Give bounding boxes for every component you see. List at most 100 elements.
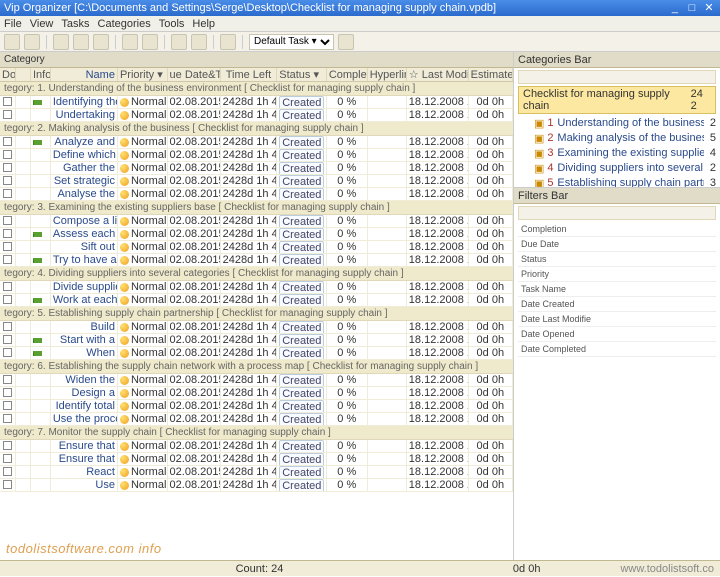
table-row[interactable]: Work at each of Normal 02.08.2015 2428d … <box>0 294 513 307</box>
group-header[interactable]: tegory: 5. Establishing supply chain par… <box>0 307 513 321</box>
menu-tools[interactable]: Tools <box>159 18 185 30</box>
task-mode-select[interactable]: Default Task ▾ <box>249 34 334 50</box>
column-header[interactable]: Time Left <box>221 68 278 81</box>
group-header[interactable]: tegory: 6. Establishing the supply chain… <box>0 360 513 374</box>
menu-categories[interactable]: Categories <box>98 18 151 30</box>
category-item[interactable]: ▣ 5 Establishing supply chain partnershi… <box>518 176 716 188</box>
column-header[interactable]: Name <box>51 68 118 81</box>
table-row[interactable]: Sift out Normal 02.08.2015 2428d 1h 41m … <box>0 241 513 254</box>
minimize-button[interactable]: _ <box>668 0 682 16</box>
table-row[interactable]: Use the process Normal 02.08.2015 2428d … <box>0 413 513 426</box>
menu-file[interactable]: File <box>4 18 22 30</box>
done-checkbox[interactable] <box>3 295 12 304</box>
filter-item[interactable]: Task Name <box>518 282 716 297</box>
table-row[interactable]: Identifying the Normal 02.08.2015 2428d … <box>0 96 513 109</box>
group-header[interactable]: tegory: 4. Dividing suppliers into sever… <box>0 267 513 281</box>
column-header[interactable]: Status ▾ <box>277 68 327 81</box>
group-header[interactable]: tegory: 2. Making analysis of the busine… <box>0 122 513 136</box>
column-header[interactable]: Priority ▾ <box>118 68 168 81</box>
table-row[interactable]: Gather the Normal 02.08.2015 2428d 1h 41… <box>0 162 513 175</box>
done-checkbox[interactable] <box>3 176 12 185</box>
column-header[interactable]: Complete <box>327 68 368 81</box>
task-grid[interactable]: tegory: 1. Understanding of the business… <box>0 82 513 560</box>
toolbar-cut-icon[interactable] <box>53 34 69 50</box>
table-row[interactable]: Assess each of Normal 02.08.2015 2428d 1… <box>0 228 513 241</box>
table-row[interactable]: Set strategic Normal 02.08.2015 2428d 1h… <box>0 175 513 188</box>
table-row[interactable]: Analyse the Normal 02.08.2015 2428d 1h 4… <box>0 188 513 201</box>
done-checkbox[interactable] <box>3 441 12 450</box>
table-row[interactable]: Divide supplier Normal 02.08.2015 2428d … <box>0 281 513 294</box>
table-row[interactable]: Design a Normal 02.08.2015 2428d 1h 41m … <box>0 387 513 400</box>
toolbar-new-icon[interactable] <box>4 34 20 50</box>
done-checkbox[interactable] <box>3 216 12 225</box>
menu-tasks[interactable]: Tasks <box>61 18 89 30</box>
filter-item[interactable]: Status <box>518 252 716 267</box>
column-header[interactable]: ue Date&Tim ▾ <box>168 68 221 81</box>
category-item[interactable]: ▣ 3 Examining the existing suppliers bas… <box>518 146 716 161</box>
table-row[interactable]: Ensure that Normal 02.08.2015 2428d 1h 4… <box>0 453 513 466</box>
toolbar-category-icon[interactable] <box>220 34 236 50</box>
toolbar-open-icon[interactable] <box>24 34 40 50</box>
toolbar-redo-icon[interactable] <box>142 34 158 50</box>
table-row[interactable]: Undertaking Normal 02.08.2015 2428d 1h 4… <box>0 109 513 122</box>
table-row[interactable]: React Normal 02.08.2015 2428d 1h 41m Cre… <box>0 466 513 479</box>
category-root[interactable]: Checklist for managing supply chain 24 2 <box>518 86 716 114</box>
done-checkbox[interactable] <box>3 454 12 463</box>
done-checkbox[interactable] <box>3 189 12 198</box>
column-header[interactable] <box>16 68 31 81</box>
toolbar-paste-icon[interactable] <box>93 34 109 50</box>
done-checkbox[interactable] <box>3 467 12 476</box>
done-checkbox[interactable] <box>3 229 12 238</box>
done-checkbox[interactable] <box>3 282 12 291</box>
column-header[interactable]: Info <box>31 68 51 81</box>
category-item[interactable]: ▣ 1 Understanding of the business enviro… <box>518 116 716 131</box>
column-header[interactable]: Done <box>0 68 16 81</box>
menu-view[interactable]: View <box>30 18 54 30</box>
filter-item[interactable]: Completion <box>518 222 716 237</box>
done-checkbox[interactable] <box>3 388 12 397</box>
toolbar-print-icon[interactable] <box>171 34 187 50</box>
group-header[interactable]: tegory: 3. Examining the existing suppli… <box>0 201 513 215</box>
done-checkbox[interactable] <box>3 348 12 357</box>
filter-item[interactable]: Priority <box>518 267 716 282</box>
category-item[interactable]: ▣ 2 Making analysis of the business 5 <box>518 131 716 146</box>
table-row[interactable]: Compose a list Normal 02.08.2015 2428d 1… <box>0 215 513 228</box>
table-row[interactable]: Define which Normal 02.08.2015 2428d 1h … <box>0 149 513 162</box>
maximize-button[interactable]: □ <box>685 0 699 16</box>
filter-item[interactable]: Date Created <box>518 297 716 312</box>
done-checkbox[interactable] <box>3 255 12 264</box>
tab-category[interactable]: Category <box>0 52 513 68</box>
table-row[interactable]: Analyze and Normal 02.08.2015 2428d 1h 4… <box>0 136 513 149</box>
column-header[interactable]: Estimated Time <box>469 68 513 81</box>
filter-item[interactable]: Due Date <box>518 237 716 252</box>
table-row[interactable]: Ensure that Normal 02.08.2015 2428d 1h 4… <box>0 440 513 453</box>
category-item[interactable]: ▣ 4 Dividing suppliers into several cate… <box>518 161 716 176</box>
done-checkbox[interactable] <box>3 150 12 159</box>
column-header[interactable]: Hyperlink <box>368 68 407 81</box>
done-checkbox[interactable] <box>3 401 12 410</box>
done-checkbox[interactable] <box>3 480 12 489</box>
done-checkbox[interactable] <box>3 110 12 119</box>
table-row[interactable]: Try to have as Normal 02.08.2015 2428d 1… <box>0 254 513 267</box>
filters-toolbar[interactable] <box>518 206 716 220</box>
done-checkbox[interactable] <box>3 375 12 384</box>
toolbar-find-icon[interactable] <box>191 34 207 50</box>
menu-help[interactable]: Help <box>192 18 215 30</box>
table-row[interactable]: Start with a Normal 02.08.2015 2428d 1h … <box>0 334 513 347</box>
toolbar-undo-icon[interactable] <box>122 34 138 50</box>
table-row[interactable]: Widen the Normal 02.08.2015 2428d 1h 41m… <box>0 374 513 387</box>
filter-item[interactable]: Date Completed <box>518 342 716 357</box>
done-checkbox[interactable] <box>3 97 12 106</box>
done-checkbox[interactable] <box>3 163 12 172</box>
close-button[interactable]: ✕ <box>702 0 716 16</box>
done-checkbox[interactable] <box>3 322 12 331</box>
table-row[interactable]: Use Normal 02.08.2015 2428d 1h 41m Creat… <box>0 479 513 492</box>
done-checkbox[interactable] <box>3 335 12 344</box>
filter-item[interactable]: Date Opened <box>518 327 716 342</box>
table-row[interactable]: Build Normal 02.08.2015 2428d 1h 41m Cre… <box>0 321 513 334</box>
toolbar-refresh-icon[interactable] <box>338 34 354 50</box>
done-checkbox[interactable] <box>3 137 12 146</box>
done-checkbox[interactable] <box>3 414 12 423</box>
group-header[interactable]: tegory: 1. Understanding of the business… <box>0 82 513 96</box>
table-row[interactable]: When Normal 02.08.2015 2428d 1h 41m Crea… <box>0 347 513 360</box>
